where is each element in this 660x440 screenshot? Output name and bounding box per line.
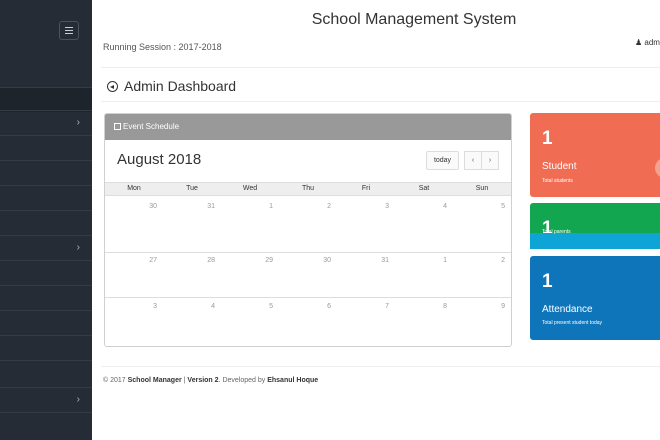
sidebar-item[interactable] xyxy=(0,185,92,210)
user-menu[interactable]: ♟ admin xyxy=(635,38,660,47)
weekday-label: Thu xyxy=(301,185,315,192)
student-card[interactable]: 1 Student Total students xyxy=(530,113,660,197)
sidebar-item[interactable] xyxy=(0,135,92,160)
calendar-day[interactable]: 5 xyxy=(455,203,505,210)
sidebar-item[interactable] xyxy=(0,160,92,185)
calendar-month: August 2018 xyxy=(117,151,202,168)
calendar-day[interactable]: 2 xyxy=(281,203,331,210)
student-sub: Total students xyxy=(542,178,573,184)
user-icon: ♟ xyxy=(635,38,643,47)
hamburger-icon-line xyxy=(65,30,73,31)
panel-header: Event Schedule xyxy=(105,114,511,140)
sidebar-item[interactable] xyxy=(0,310,92,335)
calendar-day[interactable]: 27 xyxy=(107,257,157,264)
divider xyxy=(101,366,660,367)
username: admin xyxy=(644,38,660,47)
calendar-day[interactable]: 30 xyxy=(281,257,331,264)
sidebar-item[interactable] xyxy=(0,285,92,310)
calendar-day[interactable]: 29 xyxy=(223,257,273,264)
footer-version: Version 2 xyxy=(187,377,219,384)
hamburger-icon-line xyxy=(65,33,73,34)
student-count: 1 xyxy=(542,128,553,149)
calendar-day[interactable]: 7 xyxy=(339,303,389,310)
page-title-text: Admin Dashboard xyxy=(124,78,237,94)
footer-author: Ehsanul Hoque xyxy=(267,377,319,384)
menu-toggle-button[interactable] xyxy=(59,21,79,40)
sidebar-item[interactable] xyxy=(0,260,92,285)
student-label: Student xyxy=(542,161,577,172)
calendar-day[interactable]: 28 xyxy=(165,257,215,264)
panel-title: Event Schedule xyxy=(123,122,180,131)
sidebar-item[interactable] xyxy=(0,335,92,360)
calendar-day[interactable]: 4 xyxy=(165,303,215,310)
sidebar-item[interactable]: › xyxy=(0,235,92,260)
today-button[interactable]: today xyxy=(426,151,459,170)
calendar-icon xyxy=(114,123,121,130)
hamburger-icon xyxy=(65,27,73,28)
sidebar: › › › xyxy=(0,0,92,440)
running-session: Running Session : 2017-2018 xyxy=(103,42,222,52)
weekday-label: Sat xyxy=(418,185,430,192)
week-divider xyxy=(105,252,511,253)
event-schedule-panel: Event Schedule August 2018 today ‹ › Mon… xyxy=(104,113,512,347)
chevron-right-icon: › xyxy=(76,394,80,405)
weekday-label: Fri xyxy=(361,185,371,192)
footer: © 2017 School Manager | Version 2. Devel… xyxy=(103,377,318,384)
calendar-day[interactable]: 4 xyxy=(397,203,447,210)
calendar-day[interactable]: 1 xyxy=(223,203,273,210)
weekday-label: Sun xyxy=(475,185,489,192)
divider xyxy=(101,67,660,68)
calendar-day[interactable]: 1 xyxy=(397,257,447,264)
calendar-day[interactable]: 31 xyxy=(339,257,389,264)
calendar-day[interactable]: 3 xyxy=(107,303,157,310)
footer-copyright: © 2017 xyxy=(103,377,128,384)
calendar-day[interactable]: 31 xyxy=(165,203,215,210)
circle-arrow-icon xyxy=(107,81,118,92)
chevron-right-icon: › xyxy=(76,242,80,253)
sidebar-item[interactable] xyxy=(0,412,92,437)
attendance-label: Attendance xyxy=(542,304,593,315)
parent-card-sub: Total parents xyxy=(530,229,660,249)
calendar-day[interactable]: 30 xyxy=(107,203,157,210)
app-title: School Management System xyxy=(311,11,517,28)
footer-developed: . Developed by xyxy=(218,377,268,384)
calendar-day[interactable]: 6 xyxy=(281,303,331,310)
weekday-label: Wed xyxy=(242,185,258,192)
parent-sub: Total parents xyxy=(542,229,571,235)
calendar-day[interactable]: 2 xyxy=(455,257,505,264)
weekday-header: Mon Tue Wed Thu Fri Sat Sun xyxy=(105,182,511,196)
week-divider xyxy=(105,297,511,298)
sidebar-item[interactable]: › xyxy=(0,110,92,135)
page-title: Admin Dashboard xyxy=(107,78,236,94)
prev-month-button[interactable]: ‹ xyxy=(464,151,482,170)
footer-app-name: School Manager xyxy=(127,377,182,384)
sidebar-item[interactable]: › xyxy=(0,387,92,412)
calendar-day[interactable]: 3 xyxy=(339,203,389,210)
sidebar-item-dashboard[interactable] xyxy=(0,87,92,112)
chevron-right-icon: › xyxy=(76,117,80,128)
attendance-card[interactable]: 1 Attendance Total present student today xyxy=(530,256,660,340)
calendar-day[interactable]: 5 xyxy=(223,303,273,310)
weekday-label: Tue xyxy=(186,185,198,192)
sidebar-item[interactable] xyxy=(0,360,92,385)
calendar-day[interactable]: 8 xyxy=(397,303,447,310)
attendance-sub: Total present student today xyxy=(542,320,603,326)
next-month-button[interactable]: › xyxy=(481,151,499,170)
attendance-count: 1 xyxy=(542,271,553,292)
calendar-day[interactable]: 9 xyxy=(455,303,505,310)
sidebar-item[interactable] xyxy=(0,210,92,235)
weekday-label: Mon xyxy=(127,185,141,192)
divider xyxy=(101,101,660,102)
